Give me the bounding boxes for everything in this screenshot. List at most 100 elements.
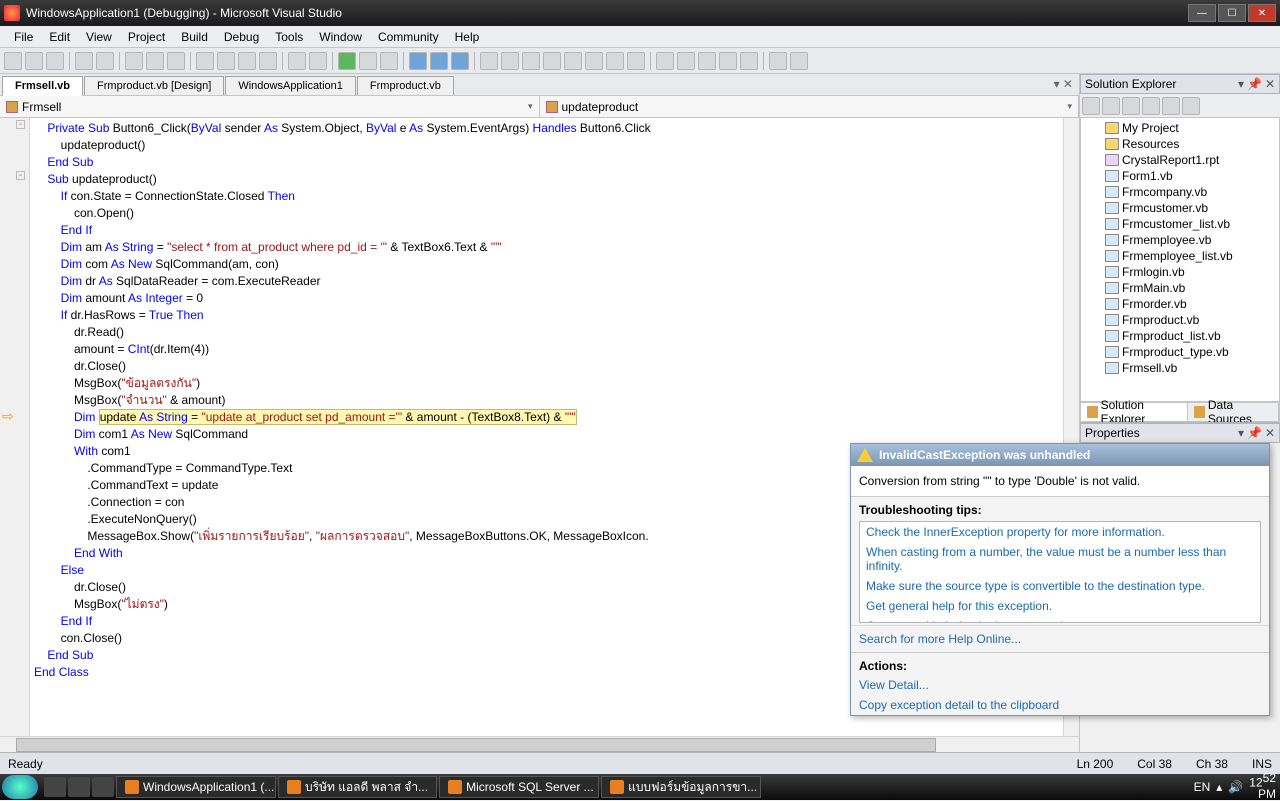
menu-tools[interactable]: Tools — [267, 28, 311, 46]
close-panel-icon[interactable]: ✕ — [1265, 426, 1275, 440]
pinned-ie-icon[interactable] — [44, 777, 66, 797]
stop-button[interactable] — [380, 52, 398, 70]
tree-item[interactable]: Frmcompany.vb — [1083, 184, 1277, 200]
data-sources-tab[interactable]: Data Sources — [1188, 403, 1279, 421]
outdent-button[interactable] — [259, 52, 277, 70]
task-chrome[interactable]: บริษัท แอลดี พลาส จำ... — [278, 776, 437, 798]
menu-edit[interactable]: Edit — [41, 28, 78, 46]
maximize-button[interactable]: ☐ — [1218, 4, 1246, 22]
tool-button[interactable] — [656, 52, 674, 70]
method-combo[interactable]: updateproduct▾ — [540, 96, 1080, 117]
collapse-icon[interactable]: - — [16, 171, 25, 180]
tree-item[interactable]: Frmorder.vb — [1083, 296, 1277, 312]
tool-button[interactable] — [790, 52, 808, 70]
tree-item[interactable]: Frmemployee.vb — [1083, 232, 1277, 248]
copy-detail-link[interactable]: Copy exception detail to the clipboard — [851, 695, 1269, 715]
task-sql[interactable]: Microsoft SQL Server ... — [439, 776, 599, 798]
tree-item[interactable]: My Project — [1083, 120, 1277, 136]
tool-button[interactable] — [522, 52, 540, 70]
pinned-chrome-icon[interactable] — [92, 777, 114, 797]
tree-item[interactable]: Frmproduct_type.vb — [1083, 344, 1277, 360]
stepinto-button[interactable] — [409, 52, 427, 70]
tool-button[interactable] — [719, 52, 737, 70]
close-tab-icon[interactable]: ▾ ✕ — [1054, 77, 1073, 91]
tool-button[interactable] — [564, 52, 582, 70]
tool-button[interactable] — [677, 52, 695, 70]
tool-button[interactable] — [543, 52, 561, 70]
viewdesigner-button[interactable] — [1162, 97, 1180, 115]
view-detail-link[interactable]: View Detail... — [851, 675, 1269, 695]
tree-item[interactable]: Frmproduct.vb — [1083, 312, 1277, 328]
tree-item[interactable]: Frmcustomer.vb — [1083, 200, 1277, 216]
menu-help[interactable]: Help — [447, 28, 488, 46]
menu-view[interactable]: View — [78, 28, 120, 46]
stepover-button[interactable] — [430, 52, 448, 70]
task-form[interactable]: แบบฟอร์มข้อมูลการขา... — [601, 776, 761, 798]
pin-icon[interactable]: 📌 — [1247, 77, 1262, 91]
comment-button[interactable] — [196, 52, 214, 70]
tree-item[interactable]: Frmproduct_list.vb — [1083, 328, 1277, 344]
collapse-icon[interactable]: - — [16, 120, 25, 129]
showall-button[interactable] — [1102, 97, 1120, 115]
tab-windowsapplication1[interactable]: WindowsApplication1 — [225, 76, 356, 95]
close-button[interactable]: ✕ — [1248, 4, 1276, 22]
menu-build[interactable]: Build — [173, 28, 216, 46]
saveall-button[interactable] — [96, 52, 114, 70]
redo-button[interactable] — [309, 52, 327, 70]
tree-item[interactable]: Frmlogin.vb — [1083, 264, 1277, 280]
tree-item[interactable]: FrmMain.vb — [1083, 280, 1277, 296]
tree-item[interactable]: Frmsell.vb — [1083, 360, 1277, 376]
pause-button[interactable] — [359, 52, 377, 70]
scroll-thumb[interactable] — [16, 738, 936, 752]
uncomment-button[interactable] — [217, 52, 235, 70]
horizontal-scrollbar[interactable] — [0, 736, 1079, 752]
dropdown-icon[interactable]: ▾ — [1238, 77, 1244, 91]
tip-link[interactable]: Get general help for the inner exception… — [860, 616, 1260, 623]
search-help-link[interactable]: Search for more Help Online... — [851, 625, 1269, 652]
add-button[interactable] — [46, 52, 64, 70]
viewcode-button[interactable] — [1142, 97, 1160, 115]
tool-button[interactable] — [585, 52, 603, 70]
menu-file[interactable]: File — [6, 28, 41, 46]
tree-item[interactable]: Frmemployee_list.vb — [1083, 248, 1277, 264]
tips-list[interactable]: Check the InnerException property for mo… — [859, 521, 1261, 623]
start-button[interactable] — [2, 775, 38, 799]
tool-button[interactable] — [740, 52, 758, 70]
open-button[interactable] — [25, 52, 43, 70]
pin-icon[interactable]: 📌 — [1247, 426, 1262, 440]
dropdown-icon[interactable]: ▾ — [1238, 426, 1244, 440]
tab-frmproduct-design[interactable]: Frmproduct.vb [Design] — [84, 76, 224, 95]
tool-button[interactable] — [501, 52, 519, 70]
solution-tree[interactable]: My ProjectResourcesCrystalReport1.rptFor… — [1080, 118, 1280, 402]
pinned-explorer-icon[interactable] — [68, 777, 90, 797]
class-combo[interactable]: Frmsell▾ — [0, 96, 540, 117]
menu-project[interactable]: Project — [120, 28, 173, 46]
tree-item[interactable]: Resources — [1083, 136, 1277, 152]
tray-icon[interactable]: 🔊 — [1228, 780, 1243, 794]
tool-button[interactable] — [698, 52, 716, 70]
paste-button[interactable] — [167, 52, 185, 70]
minimize-button[interactable]: — — [1188, 4, 1216, 22]
cut-button[interactable] — [125, 52, 143, 70]
tool-button[interactable] — [606, 52, 624, 70]
viewclass-button[interactable] — [1182, 97, 1200, 115]
menu-debug[interactable]: Debug — [216, 28, 267, 46]
indent-button[interactable] — [238, 52, 256, 70]
stepout-button[interactable] — [451, 52, 469, 70]
solution-explorer-tab[interactable]: Solution Explorer — [1081, 403, 1188, 421]
tree-item[interactable]: CrystalReport1.rpt — [1083, 152, 1277, 168]
lang-indicator[interactable]: EN — [1194, 780, 1211, 794]
properties-button[interactable] — [1082, 97, 1100, 115]
close-panel-icon[interactable]: ✕ — [1265, 77, 1275, 91]
tip-link[interactable]: When casting from a number, the value mu… — [860, 542, 1260, 576]
copy-button[interactable] — [146, 52, 164, 70]
save-button[interactable] — [75, 52, 93, 70]
tab-frmsell[interactable]: Frmsell.vb — [2, 76, 83, 96]
start-debug-button[interactable] — [338, 52, 356, 70]
tool-button[interactable] — [627, 52, 645, 70]
refresh-button[interactable] — [1122, 97, 1140, 115]
system-tray[interactable]: EN ▴ 🔊 1252PM — [1194, 773, 1278, 801]
menu-window[interactable]: Window — [311, 28, 370, 46]
tree-item[interactable]: Frmcustomer_list.vb — [1083, 216, 1277, 232]
tool-button[interactable] — [480, 52, 498, 70]
